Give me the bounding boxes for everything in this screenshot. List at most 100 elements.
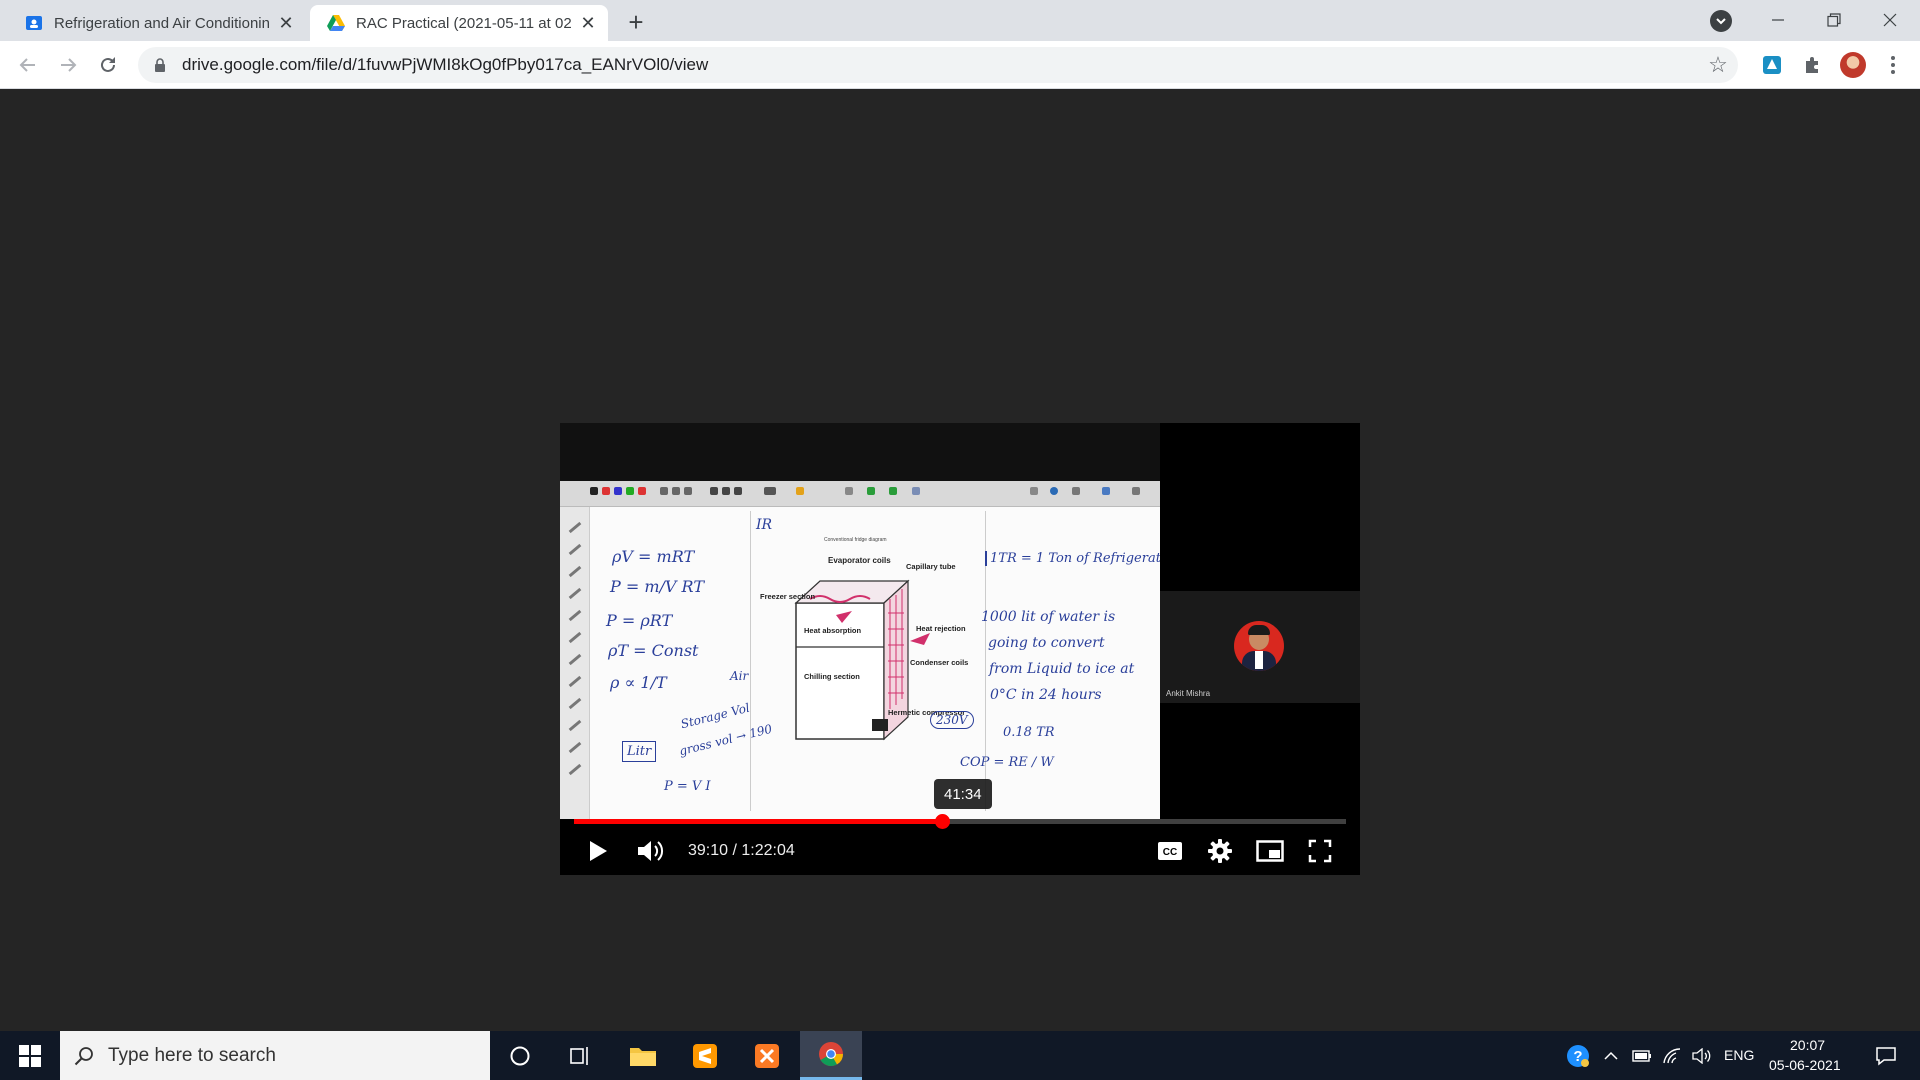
label: Capillary tube [906,562,956,571]
help-icon[interactable]: ? [1562,1031,1594,1080]
address-bar[interactable]: drive.google.com/file/d/1fuvwPjWMI8kOg0f… [138,47,1738,83]
forward-arrow-icon [61,58,77,72]
cortana-circle-icon [510,1046,530,1065]
profile-avatar[interactable] [1838,50,1868,80]
close-tab-icon[interactable]: ✕ [276,13,296,33]
notification-center-button[interactable] [1864,1031,1908,1080]
captions-button[interactable]: CC [1152,833,1188,869]
video-frame-top [560,423,1160,481]
battery-icon[interactable] [1628,1031,1656,1080]
extension-drive-icon[interactable] [1757,50,1787,80]
extensions-puzzle-icon[interactable] [1797,50,1827,80]
volume-icon [638,841,664,861]
note: COP = RE / W [960,755,1054,770]
seek-time-tooltip: 41:34 [934,779,992,809]
close-tab-icon[interactable]: ✕ [578,13,598,33]
url-text: drive.google.com/file/d/1fuvwPjWMI8kOg0f… [182,55,709,74]
folder-icon [630,1047,656,1066]
back-arrow-icon [19,58,35,72]
participant-name: Ankit Mishra [1166,689,1211,698]
label: Freezer section [760,592,815,601]
speaker-icon[interactable] [1688,1031,1716,1080]
label: Chilling section [804,672,860,681]
progress-played [574,819,943,824]
search-placeholder: Type here to search [108,1044,276,1066]
label: Heat absorption [804,626,862,635]
tab-title: RAC Practical (2021-05-11 at 02:4 [356,14,572,32]
start-button[interactable] [0,1031,60,1080]
note: going to convert [988,635,1105,651]
bookmark-star-icon[interactable]: ☆ [1706,52,1730,77]
lecture-video-frame: ρV = mRT P = m/V RT P = ρRT ρT = Const ρ… [560,481,1181,819]
progress-bar[interactable] [574,814,1346,829]
sublime-text-button[interactable] [680,1031,730,1080]
minimize-button[interactable] [1750,0,1806,40]
miniplayer-icon [1256,840,1284,862]
wifi-icon[interactable] [1658,1031,1686,1080]
xampp-button[interactable] [742,1031,792,1080]
taskbar-search-box[interactable]: Type here to search [60,1031,490,1080]
windows-taskbar: Type here to search ? ENG 20:07 05-06-20… [0,1031,1920,1080]
equation: ρT = Const [608,641,699,660]
tab-strip: Refrigeration and Air Conditionin ✕ RAC … [0,0,1920,41]
equation: ρ ∝ 1/T [610,673,667,692]
equation: P = ρRT [606,611,673,630]
whiteboard-sidebar [560,507,590,819]
label: Condenser coils [910,658,968,667]
equation: P = V I [664,779,711,794]
participant-tile: Ankit Mishra [1160,591,1360,703]
xampp-icon [755,1043,779,1068]
classroom-icon [24,13,44,33]
play-button[interactable] [580,833,616,869]
time-display: 39:10 / 1:22:04 [688,842,795,859]
chevron-down-icon [1716,18,1726,25]
new-tab-button[interactable]: + [622,7,650,37]
tab-search-button[interactable] [1710,10,1732,32]
back-button[interactable] [14,51,42,79]
browser-toolbar: drive.google.com/file/d/1fuvwPjWMI8kOg0f… [0,41,1920,89]
restore-button[interactable] [1806,0,1862,40]
cortana-button[interactable] [496,1031,544,1080]
notification-icon [1876,1046,1896,1066]
participant-avatar [1234,621,1284,671]
sublime-text-icon [693,1043,717,1068]
more-menu-icon[interactable] [1878,50,1908,80]
windows-logo-icon [19,1044,41,1067]
settings-button[interactable] [1202,833,1238,869]
close-window-button[interactable] [1862,0,1918,40]
clock-time[interactable]: 20:07 [1790,1037,1825,1053]
volume-button[interactable] [632,833,668,869]
reload-button[interactable] [94,51,122,79]
gear-icon [1208,839,1232,863]
label: Heat rejection [916,624,966,633]
language-indicator[interactable]: ENG [1724,1047,1754,1063]
task-view-button[interactable] [556,1031,604,1080]
task-view-icon [570,1046,588,1065]
tab-rac-practical[interactable]: RAC Practical (2021-05-11 at 02:4 ✕ [310,5,608,41]
chrome-button[interactable] [800,1031,862,1080]
note: Air [730,669,749,683]
chevron-up-icon[interactable] [1598,1031,1624,1080]
miniplayer-button[interactable] [1252,833,1288,869]
reload-icon [101,57,115,72]
clock-date[interactable]: 05-06-2021 [1769,1057,1841,1073]
note: Litr [622,741,657,762]
svg-text:CC: CC [1163,847,1177,858]
video-player[interactable]: ρV = mRT P = m/V RT P = ρRT ρT = Const ρ… [560,423,1360,875]
tab-refrigeration[interactable]: Refrigeration and Air Conditionin ✕ [8,5,306,41]
fullscreen-icon [1308,839,1332,863]
note: 230V [930,711,974,729]
equation: P = m/V RT [610,577,704,596]
whiteboard-toolbar [560,481,1160,507]
note: 0°C in 24 hours [990,687,1102,703]
equation: ρV = mRT [612,547,695,566]
file-explorer-button[interactable] [618,1031,668,1080]
label: Evaporator coils [828,556,891,565]
tab-title: Refrigeration and Air Conditionin [54,14,270,32]
lock-icon [152,57,168,73]
note: from Liquid to ice at [989,661,1135,677]
fullscreen-button[interactable] [1302,833,1338,869]
note: 0.18 TR [1003,725,1055,740]
forward-button[interactable] [54,51,82,79]
chrome-icon [819,1042,843,1067]
